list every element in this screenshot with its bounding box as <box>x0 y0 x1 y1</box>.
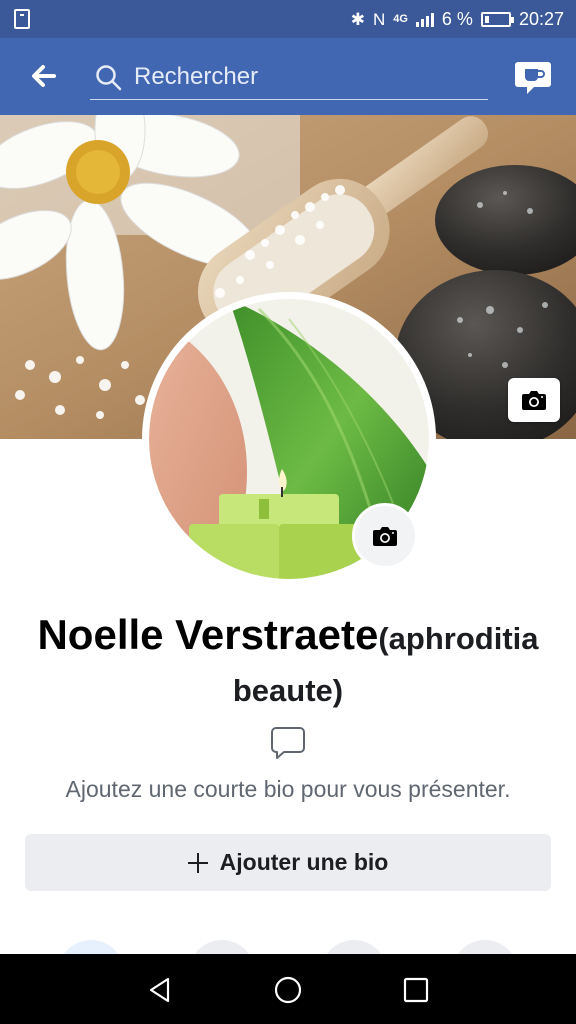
upload-notification-icon <box>14 9 30 29</box>
messenger-icon <box>515 62 551 94</box>
arrow-left-icon <box>32 65 56 87</box>
home-circle-icon[interactable] <box>272 974 304 1006</box>
camera-icon <box>373 527 397 546</box>
full-name: Noelle Verstraete <box>37 611 379 658</box>
speech-bubble-icon[interactable] <box>270 725 306 761</box>
battery-percent: 6 % <box>441 8 473 29</box>
edit-profile-picture-button[interactable] <box>352 503 418 569</box>
add-bio-label: Ajouter une bio <box>219 849 389 875</box>
bluetooth-icon: ✱ <box>350 9 365 29</box>
action-button[interactable] <box>452 940 518 954</box>
plus-icon <box>187 852 208 873</box>
action-button[interactable] <box>189 940 255 954</box>
battery-icon <box>480 11 514 27</box>
nfc-icon: N <box>372 9 386 29</box>
profile-name: Noelle Verstraete(aphroditia beaute) <box>20 612 556 720</box>
action-button[interactable] <box>58 940 124 954</box>
action-button[interactable] <box>321 940 387 954</box>
profile-actions-row <box>0 940 576 954</box>
system-nav-bar <box>0 954 576 1024</box>
status-indicators: ✱ N 4G 6 % 20:27 <box>351 7 564 31</box>
search-input[interactable] <box>134 60 474 94</box>
recents-square-icon[interactable] <box>400 974 432 1006</box>
back-button[interactable] <box>28 60 60 92</box>
status-bar: ✱ N 4G 6 % 20:27 <box>0 0 576 38</box>
camera-icon <box>522 391 546 410</box>
back-triangle-icon[interactable] <box>144 974 176 1006</box>
signal-icon <box>415 11 434 27</box>
edit-cover-button[interactable] <box>508 378 560 422</box>
bio-hint: Ajoutez une courte bio pour vous présent… <box>65 776 511 802</box>
network-type: 4G <box>393 13 408 25</box>
app-bar <box>0 38 576 115</box>
clock: 20:27 <box>518 8 564 29</box>
search-bar[interactable] <box>90 58 488 100</box>
add-bio-button[interactable]: Ajouter une bio <box>25 834 551 891</box>
search-icon <box>96 65 122 91</box>
messenger-button[interactable] <box>514 60 552 96</box>
